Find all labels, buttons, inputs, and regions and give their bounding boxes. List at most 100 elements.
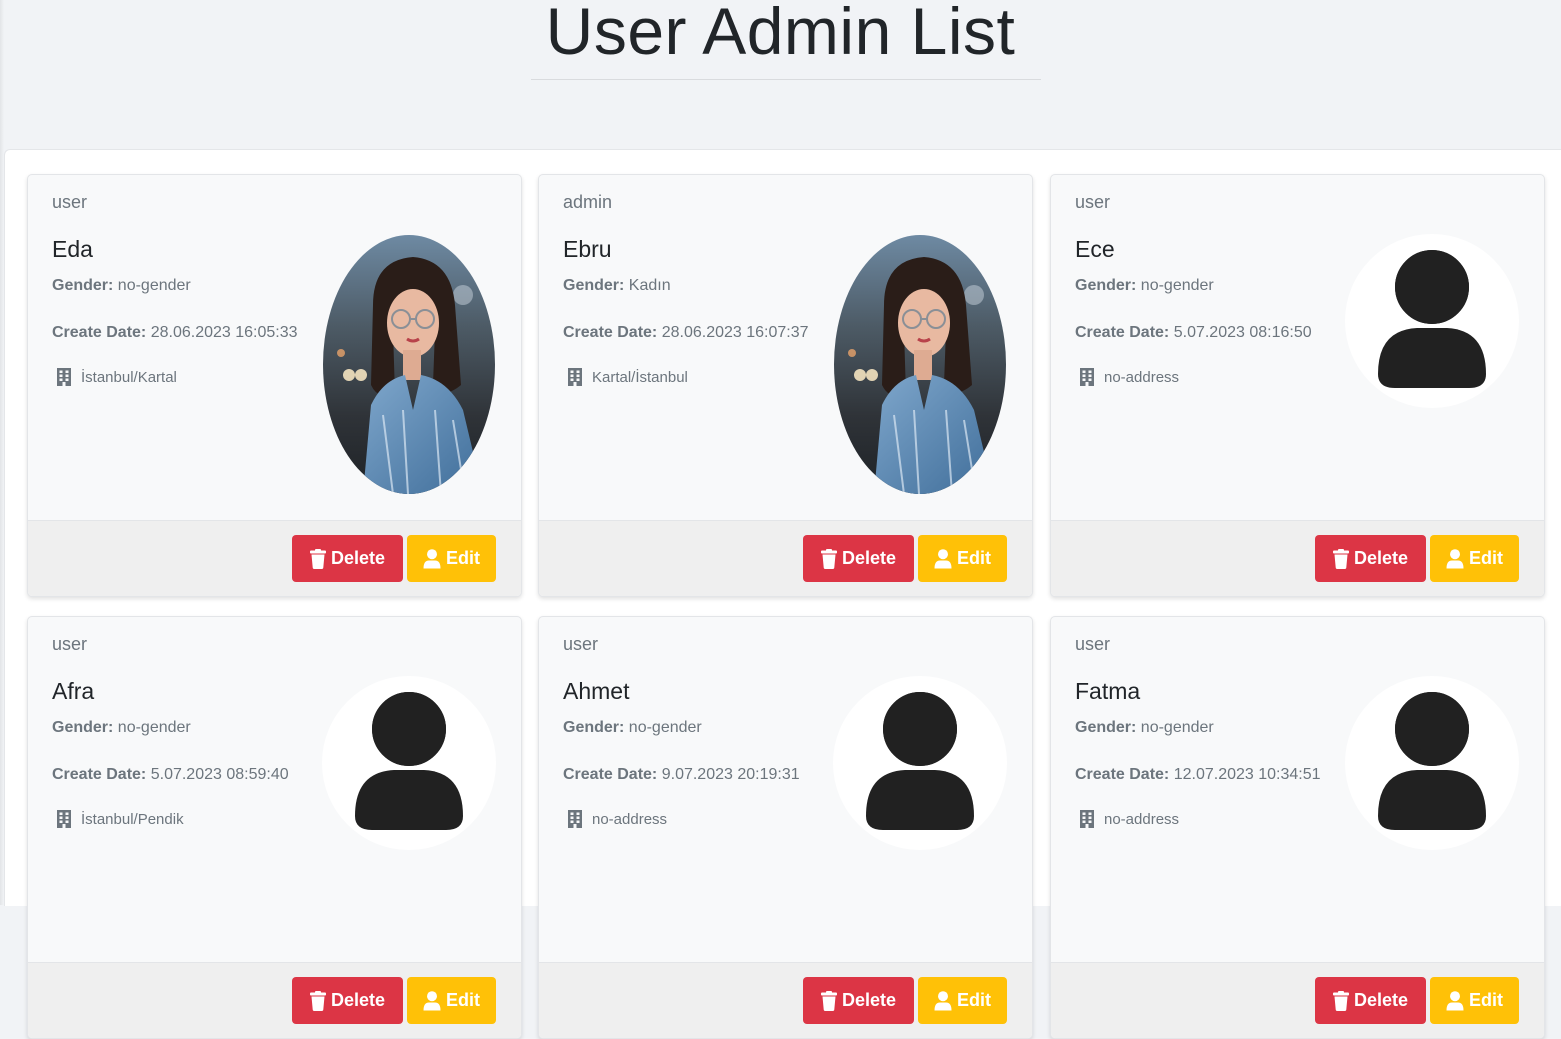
user-name: Fatma (1075, 678, 1141, 704)
delete-button[interactable]: Delete (1315, 977, 1426, 1024)
user-address: İstanbul/Pendik (56, 809, 184, 829)
create-date-label: Create Date: (52, 766, 147, 783)
card-footer: Delete Edit (28, 962, 521, 1038)
card-footer: Delete Edit (539, 520, 1032, 596)
user-gender: Gender: no-gender (1075, 277, 1214, 295)
delete-button[interactable]: Delete (292, 535, 403, 582)
building-icon (568, 368, 582, 386)
create-date-label: Create Date: (563, 324, 658, 341)
edit-button[interactable]: Edit (918, 535, 1007, 582)
trash-icon (820, 548, 837, 569)
building-icon (1080, 368, 1094, 386)
delete-button[interactable]: Delete (803, 977, 914, 1024)
card-footer: Delete Edit (1051, 520, 1544, 596)
user-role: user (1075, 634, 1111, 654)
building-icon (57, 368, 71, 386)
delete-label: Delete (841, 548, 897, 568)
avatar (1345, 234, 1519, 495)
user-icon (1446, 548, 1464, 568)
user-gender: Gender: no-gender (1075, 719, 1214, 737)
building-icon (568, 810, 582, 828)
create-date-value: 5.07.2023 08:59:40 (150, 766, 289, 783)
user-icon (934, 548, 952, 568)
create-date-label: Create Date: (563, 766, 658, 783)
gender-value: Kadın (628, 277, 671, 294)
avatar (833, 676, 1007, 937)
gender-label: Gender: (1075, 719, 1137, 736)
building-icon (1080, 810, 1094, 828)
user-card-afra: user Afra Gender: no-gender Create Date:… (27, 616, 522, 1039)
edit-button[interactable]: Edit (1430, 977, 1519, 1024)
user-role: user (1075, 192, 1111, 212)
card-footer: Delete Edit (28, 520, 521, 596)
create-date-value: 5.07.2023 08:16:50 (1173, 324, 1312, 341)
profile-photo (323, 235, 495, 494)
user-icon (423, 990, 441, 1010)
gender-label: Gender: (52, 277, 114, 294)
address-value: İstanbul/Kartal (81, 368, 177, 386)
user-icon (1446, 990, 1464, 1010)
user-gender: Gender: no-gender (52, 719, 191, 737)
create-date-value: 28.06.2023 16:07:37 (661, 324, 809, 341)
default-avatar-icon (1345, 234, 1519, 408)
default-avatar-icon (833, 676, 1007, 850)
avatar (833, 234, 1007, 495)
edit-button[interactable]: Edit (1430, 535, 1519, 582)
user-name: Ece (1075, 236, 1115, 262)
gender-label: Gender: (52, 719, 114, 736)
user-address: no-address (567, 809, 667, 829)
edit-label: Edit (446, 990, 480, 1010)
card-footer: Delete Edit (539, 962, 1032, 1038)
edit-button[interactable]: Edit (407, 977, 496, 1024)
create-date-label: Create Date: (52, 324, 147, 341)
title-divider (531, 79, 1041, 80)
trash-icon (309, 548, 326, 569)
user-card-ece: user Ece Gender: no-gender Create Date: … (1050, 174, 1545, 597)
gender-value: no-gender (1140, 719, 1214, 736)
user-name: Ebru (563, 236, 612, 262)
user-card-ahmet: user Ahmet Gender: no-gender Create Date… (538, 616, 1033, 1039)
delete-label: Delete (1353, 990, 1409, 1010)
user-role: user (52, 634, 88, 654)
delete-label: Delete (1353, 548, 1409, 568)
user-role: user (52, 192, 88, 212)
edit-label: Edit (957, 990, 991, 1010)
avatar (322, 676, 496, 937)
user-card-eda: user Eda Gender: no-gender Create Date: … (27, 174, 522, 597)
user-gender: Gender: no-gender (563, 719, 702, 737)
edit-label: Edit (1469, 990, 1503, 1010)
user-name: Afra (52, 678, 95, 704)
gender-value: no-gender (1140, 277, 1214, 294)
address-value: İstanbul/Pendik (81, 810, 184, 828)
gender-label: Gender: (1075, 277, 1137, 294)
address-value: no-address (1104, 810, 1180, 828)
page-title: User Admin List (545, 0, 1016, 68)
user-icon (934, 990, 952, 1010)
address-value: Kartal/İstanbul (592, 368, 688, 386)
gender-label: Gender: (563, 277, 625, 294)
address-value: no-address (592, 810, 668, 828)
delete-button[interactable]: Delete (292, 977, 403, 1024)
delete-label: Delete (330, 548, 386, 568)
gender-value: no-gender (117, 719, 191, 736)
create-date-label: Create Date: (1075, 766, 1170, 783)
user-address: Kartal/İstanbul (567, 367, 688, 387)
default-avatar-icon (322, 676, 496, 850)
edit-button[interactable]: Edit (407, 535, 496, 582)
trash-icon (1332, 548, 1349, 569)
create-date-value: 12.07.2023 10:34:51 (1173, 766, 1321, 783)
user-card-ebru: admin Ebru Gender: Kadın Create Date: 28… (538, 174, 1033, 597)
create-date-label: Create Date: (1075, 324, 1170, 341)
delete-button[interactable]: Delete (1315, 535, 1426, 582)
gender-value: no-gender (628, 719, 702, 736)
user-name: Eda (52, 236, 93, 262)
user-address: no-address (1079, 809, 1179, 829)
edit-button[interactable]: Edit (918, 977, 1007, 1024)
user-role: user (563, 634, 599, 654)
user-create-date: Create Date: 9.07.2023 20:19:31 (563, 766, 800, 784)
user-create-date: Create Date: 5.07.2023 08:16:50 (1075, 324, 1312, 342)
gender-label: Gender: (563, 719, 625, 736)
avatar (322, 234, 496, 495)
profile-photo (834, 235, 1006, 494)
delete-button[interactable]: Delete (803, 535, 914, 582)
